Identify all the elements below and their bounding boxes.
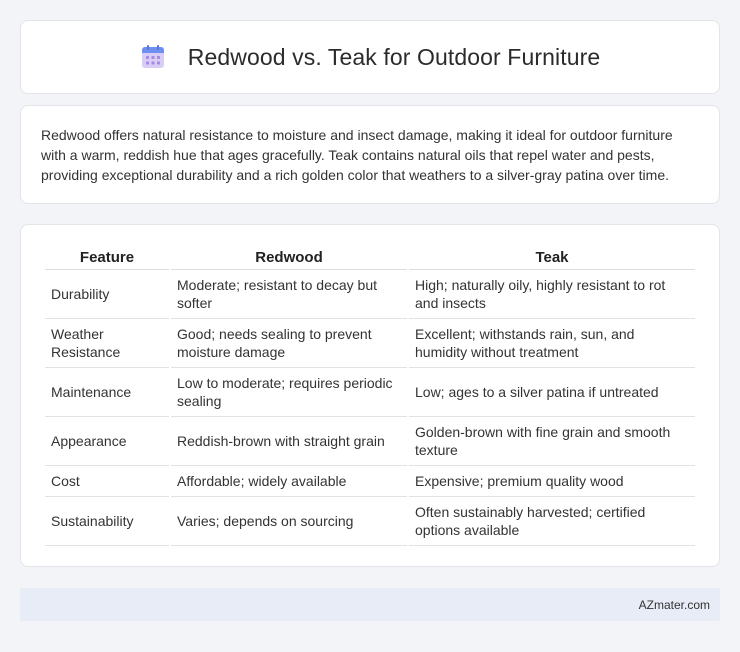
- header-feature: Feature: [45, 245, 169, 270]
- teak-cell: High; naturally oily, highly resistant t…: [409, 270, 695, 319]
- table-header-row: Feature Redwood Teak: [45, 245, 695, 270]
- redwood-cell: Reddish-brown with straight grain: [171, 417, 407, 466]
- table-row: Durability Moderate; resistant to decay …: [45, 270, 695, 319]
- header-redwood: Redwood: [171, 245, 407, 270]
- feature-cell: Appearance: [45, 417, 169, 466]
- footer: AZmater.com: [20, 588, 720, 621]
- table-row: Appearance Reddish-brown with straight g…: [45, 417, 695, 466]
- redwood-cell: Good; needs sealing to prevent moisture …: [171, 319, 407, 368]
- feature-cell: Maintenance: [45, 368, 169, 417]
- header-teak: Teak: [409, 245, 695, 270]
- redwood-cell: Affordable; widely available: [171, 466, 407, 497]
- teak-cell: Often sustainably harvested; certified o…: [409, 497, 695, 546]
- table-row: Cost Affordable; widely available Expens…: [45, 466, 695, 497]
- table-row: Maintenance Low to moderate; requires pe…: [45, 368, 695, 417]
- page-title: Redwood vs. Teak for Outdoor Furniture: [187, 43, 601, 70]
- comparison-card: Feature Redwood Teak Durability Moderate…: [20, 224, 720, 567]
- feature-cell: Cost: [45, 466, 169, 497]
- teak-cell: Golden-brown with fine grain and smooth …: [409, 417, 695, 466]
- table-row: Sustainability Varies; depends on sourci…: [45, 497, 695, 546]
- title-card: Redwood vs. Teak for Outdoor Furniture: [20, 20, 720, 94]
- intro-card: Redwood offers natural resistance to moi…: [20, 105, 720, 204]
- teak-cell: Expensive; premium quality wood: [409, 466, 695, 497]
- comparison-table: Feature Redwood Teak Durability Moderate…: [43, 245, 697, 546]
- footer-brand[interactable]: AZmater.com: [639, 598, 710, 612]
- feature-cell: Weather Resistance: [45, 319, 169, 368]
- feature-cell: Sustainability: [45, 497, 169, 546]
- redwood-cell: Low to moderate; requires periodic seali…: [171, 368, 407, 417]
- teak-cell: Low; ages to a silver patina if untreate…: [409, 368, 695, 417]
- calendar-icon: [140, 44, 166, 70]
- intro-text: Redwood offers natural resistance to moi…: [41, 127, 673, 183]
- teak-cell: Excellent; withstands rain, sun, and hum…: [409, 319, 695, 368]
- redwood-cell: Moderate; resistant to decay but softer: [171, 270, 407, 319]
- feature-cell: Durability: [45, 270, 169, 319]
- redwood-cell: Varies; depends on sourcing: [171, 497, 407, 546]
- table-row: Weather Resistance Good; needs sealing t…: [45, 319, 695, 368]
